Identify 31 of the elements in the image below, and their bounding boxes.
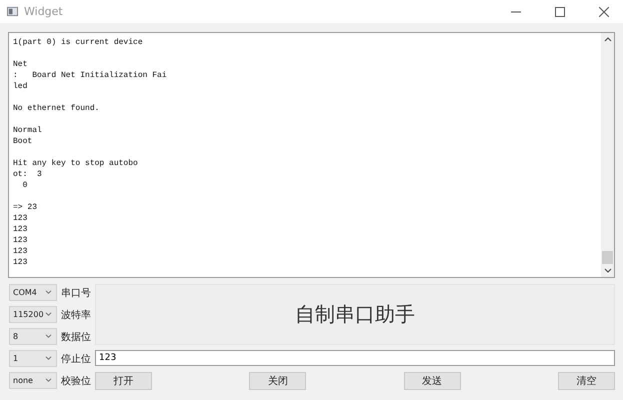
caret-icon: [45, 334, 52, 339]
log-text: 1(part 0) is current device Net : Board Net Initialization Fai led No ethernet found. Normal Boot Hit any key to stop autobo ot: 3 0 => 23 123 123 123 123 123: [13, 37, 167, 268]
action-button[interactable]: 发送: [404, 372, 461, 390]
combo-box[interactable]: none: [9, 372, 57, 389]
caret-icon: [45, 356, 52, 361]
caret-icon: [45, 290, 52, 295]
combo-box[interactable]: 8: [9, 328, 57, 345]
combo-box[interactable]: 115200: [9, 306, 57, 323]
maximize-icon[interactable]: [555, 6, 565, 16]
app-icon: [7, 6, 18, 17]
scroll-up-icon[interactable]: [604, 36, 612, 42]
scrollbar[interactable]: [601, 33, 614, 277]
caret-icon: [45, 312, 52, 317]
combo-box[interactable]: COM4: [9, 284, 57, 301]
close-icon[interactable]: [599, 6, 609, 16]
setting-label: 校验位: [61, 374, 91, 388]
scroll-down-icon[interactable]: [604, 268, 612, 274]
action-button[interactable]: 关闭: [249, 372, 306, 390]
receive-text-area[interactable]: 1(part 0) is current device Net : Board Net Initialization Fai led No ethernet found. Normal Boot Hit any key to stop autobo ot: 3 0 => 23 123 123 123 123 123: [8, 32, 615, 278]
setting-label: 数据位: [61, 330, 91, 344]
action-button[interactable]: 打开: [95, 372, 152, 390]
send-input-field[interactable]: 123: [95, 350, 615, 366]
combo-box[interactable]: 1: [9, 350, 57, 367]
setting-label: 串口号: [61, 286, 91, 300]
scrollbar-thumb[interactable]: [602, 251, 613, 264]
setting-label: 停止位: [61, 352, 91, 366]
action-button[interactable]: 清空: [558, 372, 615, 390]
setting-label: 波特率: [61, 308, 91, 322]
caret-icon: [45, 378, 52, 383]
banner-title: 自制串口助手: [295, 301, 415, 328]
window-title: Widget: [24, 5, 64, 18]
